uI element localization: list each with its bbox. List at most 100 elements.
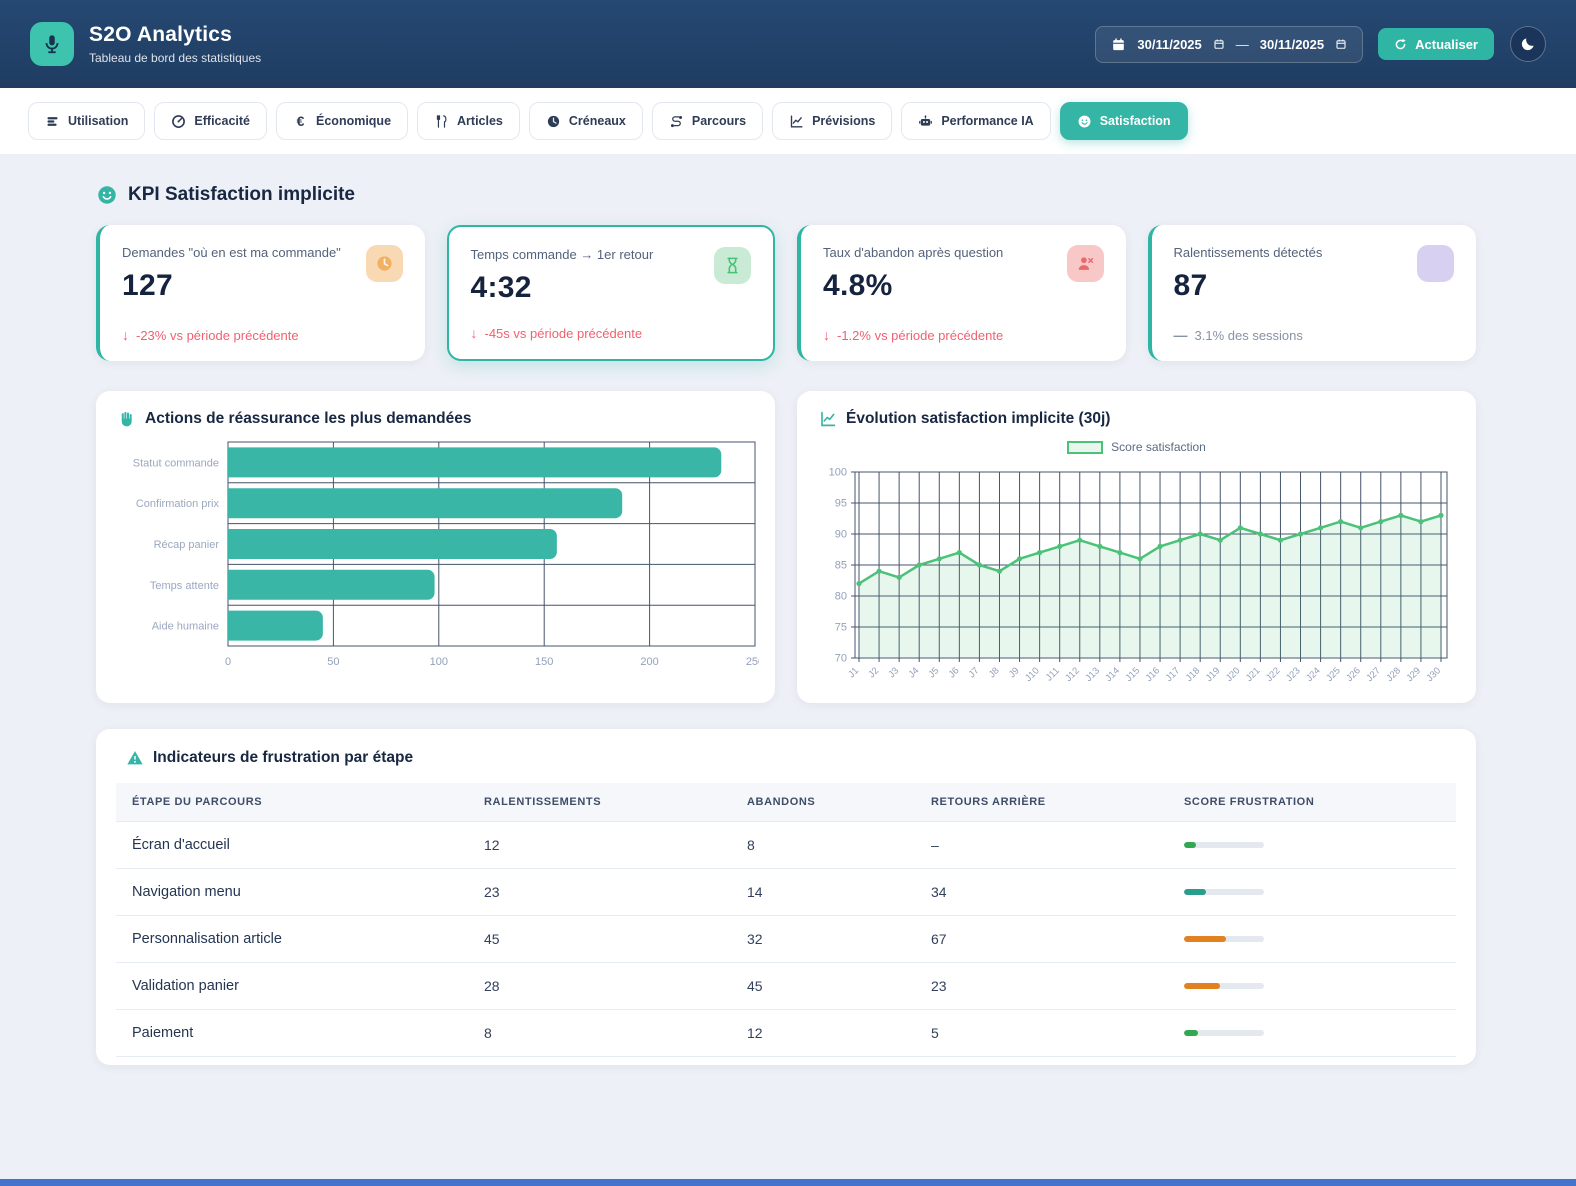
tab-label: Articles bbox=[457, 114, 503, 128]
refresh-label: Actualiser bbox=[1415, 36, 1478, 52]
user-x-icon bbox=[1076, 254, 1095, 273]
svg-text:Statut commande: Statut commande bbox=[133, 457, 219, 469]
tab-creneaux[interactable]: Créneaux bbox=[528, 102, 643, 140]
app-header: S2O Analytics Tableau de bord des statis… bbox=[0, 0, 1576, 88]
svg-text:J26: J26 bbox=[1344, 665, 1363, 684]
svg-text:J27: J27 bbox=[1364, 665, 1383, 684]
step-cell: Validation panier bbox=[116, 962, 468, 1010]
tab-label: Économique bbox=[316, 114, 392, 128]
tab-label: Parcours bbox=[691, 114, 747, 128]
col-etape: ÉTAPE DU PARCOURS bbox=[116, 783, 468, 822]
svg-text:250: 250 bbox=[746, 656, 759, 668]
chart-line-icon bbox=[789, 114, 804, 129]
svg-text:J7: J7 bbox=[967, 665, 982, 680]
kpi-card-ralentissements[interactable]: Ralentissements détectés 87 — 3.1% des se… bbox=[1147, 225, 1476, 361]
charts-row: Actions de réassurance les plus demandée… bbox=[96, 391, 1476, 703]
svg-text:70: 70 bbox=[835, 653, 847, 665]
score-cell bbox=[1168, 1009, 1456, 1057]
tab-articles[interactable]: Articles bbox=[417, 102, 520, 140]
tab-label: Créneaux bbox=[568, 114, 626, 128]
score-frustration-bar bbox=[1184, 983, 1264, 989]
svg-text:J12: J12 bbox=[1063, 665, 1082, 684]
abandon-cell: 8 bbox=[731, 821, 915, 869]
tab-economique[interactable]: € Économique bbox=[276, 102, 409, 140]
satisfaction-line-chart: 100 95 90 85 80 75 70 J1 J2 J3 J4 J5 J6 J7 J8 J9 J10 J11 J… bbox=[813, 464, 1460, 705]
back-cell: – bbox=[915, 821, 1168, 869]
smiley-icon bbox=[96, 184, 118, 206]
col-score: SCORE FRUSTRATION bbox=[1168, 783, 1456, 822]
calendar-small-icon[interactable] bbox=[1213, 38, 1225, 50]
kpi-value: 127 bbox=[122, 268, 173, 302]
refresh-button[interactable]: Actualiser bbox=[1378, 28, 1494, 60]
bottom-edge-strip bbox=[0, 1179, 1576, 1186]
step-cell: Paiement bbox=[116, 1009, 468, 1057]
svg-text:J30: J30 bbox=[1425, 665, 1444, 684]
tab-efficacite[interactable]: Efficacité bbox=[154, 102, 268, 140]
kpi-delta: ↓ -23% vs période précédente bbox=[122, 327, 299, 343]
svg-text:J15: J15 bbox=[1123, 665, 1142, 684]
arrow-down-icon: ↓ bbox=[122, 327, 129, 343]
kpi-delta-text: -23% vs période précédente bbox=[136, 327, 299, 343]
table-row: Paiement 8 12 5 bbox=[116, 1009, 1456, 1057]
app-logo bbox=[30, 22, 74, 66]
svg-text:90: 90 bbox=[835, 529, 847, 541]
score-cell bbox=[1168, 962, 1456, 1010]
refresh-icon bbox=[1394, 38, 1407, 51]
app-subtitle: Tableau de bord des statistiques bbox=[89, 51, 262, 65]
svg-text:75: 75 bbox=[835, 622, 847, 634]
table-row: Validation panier 28 45 23 bbox=[116, 962, 1456, 1010]
back-cell: 67 bbox=[915, 915, 1168, 963]
kpi-value: 4:32 bbox=[470, 270, 532, 304]
step-cell: Personnalisation article bbox=[116, 915, 468, 963]
svg-text:80: 80 bbox=[835, 591, 847, 603]
table-row: Personnalisation article 45 32 67 bbox=[116, 915, 1456, 963]
abandon-cell: 45 bbox=[731, 962, 915, 1010]
warning-icon bbox=[126, 749, 144, 767]
legend-label: Score satisfaction bbox=[1111, 440, 1206, 454]
arrow-down-icon: ↓ bbox=[823, 327, 830, 343]
svg-text:J28: J28 bbox=[1384, 665, 1403, 684]
calendar-icon bbox=[1111, 37, 1126, 52]
arrow-down-icon: ↓ bbox=[470, 325, 478, 341]
kpi-value: 4.8% bbox=[823, 268, 893, 302]
calendar-small-icon[interactable] bbox=[1335, 38, 1347, 50]
svg-text:150: 150 bbox=[535, 656, 553, 668]
satisfaction-chart-panel: Évolution satisfaction implicite (30j) S… bbox=[797, 391, 1476, 703]
svg-text:J10: J10 bbox=[1023, 665, 1042, 684]
table-row: Écran d'accueil 12 8 – bbox=[116, 821, 1456, 869]
svg-text:J25: J25 bbox=[1324, 665, 1343, 684]
abandon-cell: 32 bbox=[731, 915, 915, 963]
kpi-delta: — 3.1% des sessions bbox=[1174, 327, 1303, 343]
tab-satisfaction[interactable]: Satisfaction bbox=[1059, 102, 1188, 140]
back-cell: 34 bbox=[915, 868, 1168, 916]
app-title: S2O Analytics bbox=[89, 23, 233, 46]
col-ralentissements: RALENTISSEMENTS bbox=[468, 783, 731, 822]
tab-performance-ia[interactable]: Performance IA bbox=[901, 102, 1051, 140]
moon-icon bbox=[1520, 36, 1536, 52]
date-to-input[interactable]: 30/11/2025 bbox=[1260, 37, 1324, 52]
chart-title: Évolution satisfaction implicite (30j) bbox=[846, 410, 1111, 427]
panel-header: Indicateurs de frustration par étape bbox=[116, 749, 1456, 767]
tab-previsions[interactable]: Prévisions bbox=[772, 102, 893, 140]
score-cell bbox=[1168, 821, 1456, 869]
table-header-row: ÉTAPE DU PARCOURS RALENTISSEMENTS ABANDO… bbox=[116, 783, 1456, 822]
date-from-input[interactable]: 30/11/2025 bbox=[1137, 37, 1201, 52]
tab-parcours[interactable]: Parcours bbox=[651, 102, 764, 140]
tab-utilisation[interactable]: Utilisation bbox=[28, 102, 146, 140]
score-cell bbox=[1168, 915, 1456, 963]
tab-label: Prévisions bbox=[812, 114, 876, 128]
score-frustration-bar bbox=[1184, 1030, 1264, 1036]
slow-cell: 28 bbox=[468, 962, 731, 1010]
svg-text:J8: J8 bbox=[987, 665, 1002, 680]
date-range-picker[interactable]: 30/11/2025 — 30/11/2025 bbox=[1095, 25, 1364, 63]
kpi-delta: ↓ -1.2% vs période précédente bbox=[823, 327, 1003, 343]
dark-mode-toggle[interactable] bbox=[1510, 26, 1546, 62]
kpi-card-taux-abandon[interactable]: Taux d'abandon après question 4.8% ↓ -1.2… bbox=[797, 225, 1126, 361]
robot-icon bbox=[918, 114, 933, 129]
header-titles: S2O Analytics Tableau de bord des statis… bbox=[89, 23, 261, 65]
svg-text:J14: J14 bbox=[1103, 665, 1122, 684]
clock-icon bbox=[375, 254, 394, 273]
kpi-card-demandes-commande[interactable]: Demandes "où en est ma commande" 127 ↓ -2… bbox=[96, 225, 425, 361]
kpi-label: Taux d'abandon après question bbox=[823, 245, 1004, 260]
kpi-card-temps-retour[interactable]: Temps commande → 1er retour 4:32 ↓ -45s v… bbox=[446, 225, 775, 361]
